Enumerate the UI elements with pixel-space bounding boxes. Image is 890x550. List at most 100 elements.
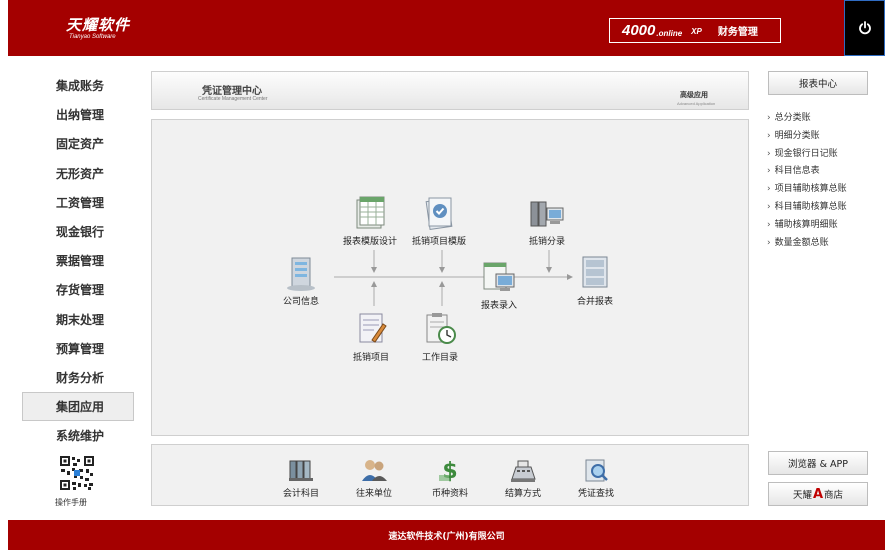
banner-title: 凭证管理中心 xyxy=(202,86,262,97)
store-a-letter: A xyxy=(812,486,824,502)
header-bar: 天耀软件 Tianyao Software 4000 .online XP 财务… xyxy=(8,0,844,56)
report-link-general-ledger[interactable]: › 总分类账 xyxy=(767,110,847,128)
nav-item-inventory[interactable]: 存货管理 xyxy=(22,275,134,304)
currency-icon: $ xyxy=(439,459,458,483)
nav-item-group-application[interactable]: 集团应用 xyxy=(22,392,134,422)
search-document-icon xyxy=(585,459,608,482)
tool-currency-info-label: 币种资料 xyxy=(432,489,469,499)
module-banner: 凭证管理中心 Certificate Management Center 高级应… xyxy=(151,71,749,110)
node-report-template-design-label: 报表模版设计 xyxy=(343,237,398,247)
node-offset-allocation-label: 抵销分录 xyxy=(528,237,565,247)
cabinet-icon xyxy=(582,256,608,288)
cash-register-icon xyxy=(511,460,536,482)
node-company-info-label: 公司信息 xyxy=(282,297,319,307)
report-link-label: 项目辅助核算总账 xyxy=(774,184,847,195)
node-consolidated-report[interactable]: 合并报表 xyxy=(576,254,614,307)
nav-item-period-end[interactable]: 期末处理 xyxy=(22,305,134,334)
tool-settlement-method[interactable]: 结算方式 xyxy=(505,457,541,499)
ledger-icon xyxy=(289,460,313,481)
logo-main-text: 天耀软件 xyxy=(66,16,131,34)
report-link-project-aux-ledger[interactable]: › 项目辅助核算总账 xyxy=(767,181,847,199)
chevron-right-icon: › xyxy=(767,219,771,230)
report-link-subsidiary-ledger[interactable]: › 明细分类账 xyxy=(767,128,847,146)
report-link-subject-aux-ledger[interactable]: › 科目辅助核算总账 xyxy=(767,199,847,217)
nav-item-integrated-accounts[interactable]: 集成账务 xyxy=(22,71,134,100)
server-building-icon xyxy=(287,257,315,291)
tool-accounting-subjects[interactable]: 会计科目 xyxy=(283,457,319,499)
report-link-label: 总分类账 xyxy=(774,113,811,123)
computer-sheet-icon xyxy=(483,262,515,291)
report-link-label: 科目辅助核算总账 xyxy=(774,201,847,212)
node-report-entry[interactable]: 报表录入 xyxy=(480,258,518,311)
app-window: 天耀软件 Tianyao Software 4000 .online XP 财务… xyxy=(0,0,890,550)
node-offset-items-label: 抵销项目 xyxy=(352,353,389,363)
node-offset-item-template-label: 抵销项目模版 xyxy=(412,237,467,247)
report-link-quantity-amount[interactable]: › 数量金额总账 xyxy=(767,235,847,253)
node-offset-allocation[interactable]: 抵销分录 xyxy=(528,194,566,247)
node-work-directory-label: 工作目录 xyxy=(421,353,458,363)
qr-code-icon[interactable] xyxy=(60,456,94,490)
tool-voucher-search-label: 凭证查找 xyxy=(578,489,615,499)
nav-item-system-maintenance[interactable]: 系统维护 xyxy=(22,421,134,450)
nav-item-cash-bank[interactable]: 现金银行 xyxy=(22,217,134,246)
workflow-connectors xyxy=(334,250,573,306)
chevron-right-icon: › xyxy=(767,237,771,248)
chevron-right-icon: › xyxy=(767,166,771,177)
workflow-panel: 公司信息 报表模版设计 抵销项目模版 抵销分录 报表录入 合并报表 抵销项目 工… xyxy=(151,119,749,436)
advanced-app-link[interactable]: 高级应用 xyxy=(680,90,708,100)
chevron-right-icon: › xyxy=(767,148,771,159)
tool-settlement-method-label: 结算方式 xyxy=(505,489,542,499)
checked-document-icon xyxy=(425,197,453,230)
node-offset-item-template[interactable]: 抵销项目模版 xyxy=(412,194,466,247)
product-online: .online xyxy=(656,28,683,38)
tool-business-partners[interactable]: 往来单位 xyxy=(356,457,392,499)
node-company-info[interactable]: 公司信息 xyxy=(282,254,320,307)
nav-item-payroll[interactable]: 工资管理 xyxy=(22,188,134,217)
chevron-right-icon: › xyxy=(767,130,771,141)
chevron-right-icon: › xyxy=(767,113,771,123)
binders-computer-icon xyxy=(530,201,564,227)
nav-item-fixed-assets[interactable]: 固定资产 xyxy=(22,129,134,158)
browser-app-button[interactable]: 浏览器 & APP xyxy=(768,451,868,475)
footer-company: 速达软件技术(广州)有限公司 xyxy=(388,531,505,542)
spreadsheet-icon xyxy=(356,196,385,229)
node-consolidated-report-label: 合并报表 xyxy=(576,297,613,307)
power-icon xyxy=(858,21,871,35)
tool-currency-info[interactable]: $ 币种资料 xyxy=(432,457,468,499)
store-button[interactable]: 天耀 A 商店 xyxy=(768,482,868,506)
nav-item-financial-analysis[interactable]: 财务分析 xyxy=(22,363,134,392)
report-link-label: 辅助核算明细账 xyxy=(774,219,838,230)
nav-item-bills[interactable]: 票据管理 xyxy=(22,246,134,275)
report-link-label: 现金银行日记账 xyxy=(774,148,838,159)
power-button[interactable] xyxy=(844,0,885,56)
tool-business-partners-label: 往来单位 xyxy=(356,489,393,499)
node-offset-items[interactable]: 抵销项目 xyxy=(352,310,390,363)
store-suffix: 商店 xyxy=(824,490,844,501)
product-badge: 4000 .online XP 财务管理 xyxy=(609,18,781,43)
report-link-subject-info[interactable]: › 科目信息表 xyxy=(767,163,847,181)
node-report-template-design[interactable]: 报表模版设计 xyxy=(343,194,397,247)
edit-document-icon xyxy=(359,313,387,343)
report-links-list: › 总分类账 › 明细分类账 › 现金银行日记账 › 科目信息表 › 项目辅助核算总账 ›… xyxy=(767,110,847,252)
node-report-entry-label: 报表录入 xyxy=(480,301,517,311)
footer-bar: 速达软件技术(广州)有限公司 xyxy=(8,520,885,550)
report-link-cash-bank-journal[interactable]: › 现金银行日记账 xyxy=(767,146,847,164)
report-link-aux-detail[interactable]: › 辅助核算明细账 xyxy=(767,217,847,235)
chevron-right-icon: › xyxy=(767,184,771,195)
report-link-label: 明细分类账 xyxy=(774,130,820,141)
nav-item-cashier[interactable]: 出纳管理 xyxy=(22,100,134,129)
report-center-button[interactable]: 报表中心 xyxy=(768,71,868,95)
nav-item-intangible-assets[interactable]: 无形资产 xyxy=(22,159,134,188)
product-xp: XP xyxy=(691,27,702,36)
node-work-directory[interactable]: 工作目录 xyxy=(421,310,459,363)
bottom-toolbar: 会计科目 往来单位 $ 币种资料 结算方式 凭证查找 xyxy=(151,444,749,506)
contacts-icon xyxy=(362,460,387,481)
report-link-label: 数量金额总账 xyxy=(774,237,829,248)
product-name: 财务管理 xyxy=(717,27,758,38)
advanced-app-subtitle: Advanced Application xyxy=(677,101,716,106)
product-4000: 4000 xyxy=(622,22,656,39)
nav-item-budget[interactable]: 预算管理 xyxy=(22,334,134,363)
manual-link[interactable]: 操作手册 xyxy=(55,497,87,508)
brand-logo: 天耀软件 Tianyao Software xyxy=(66,14,130,40)
tool-voucher-search[interactable]: 凭证查找 xyxy=(578,457,614,499)
